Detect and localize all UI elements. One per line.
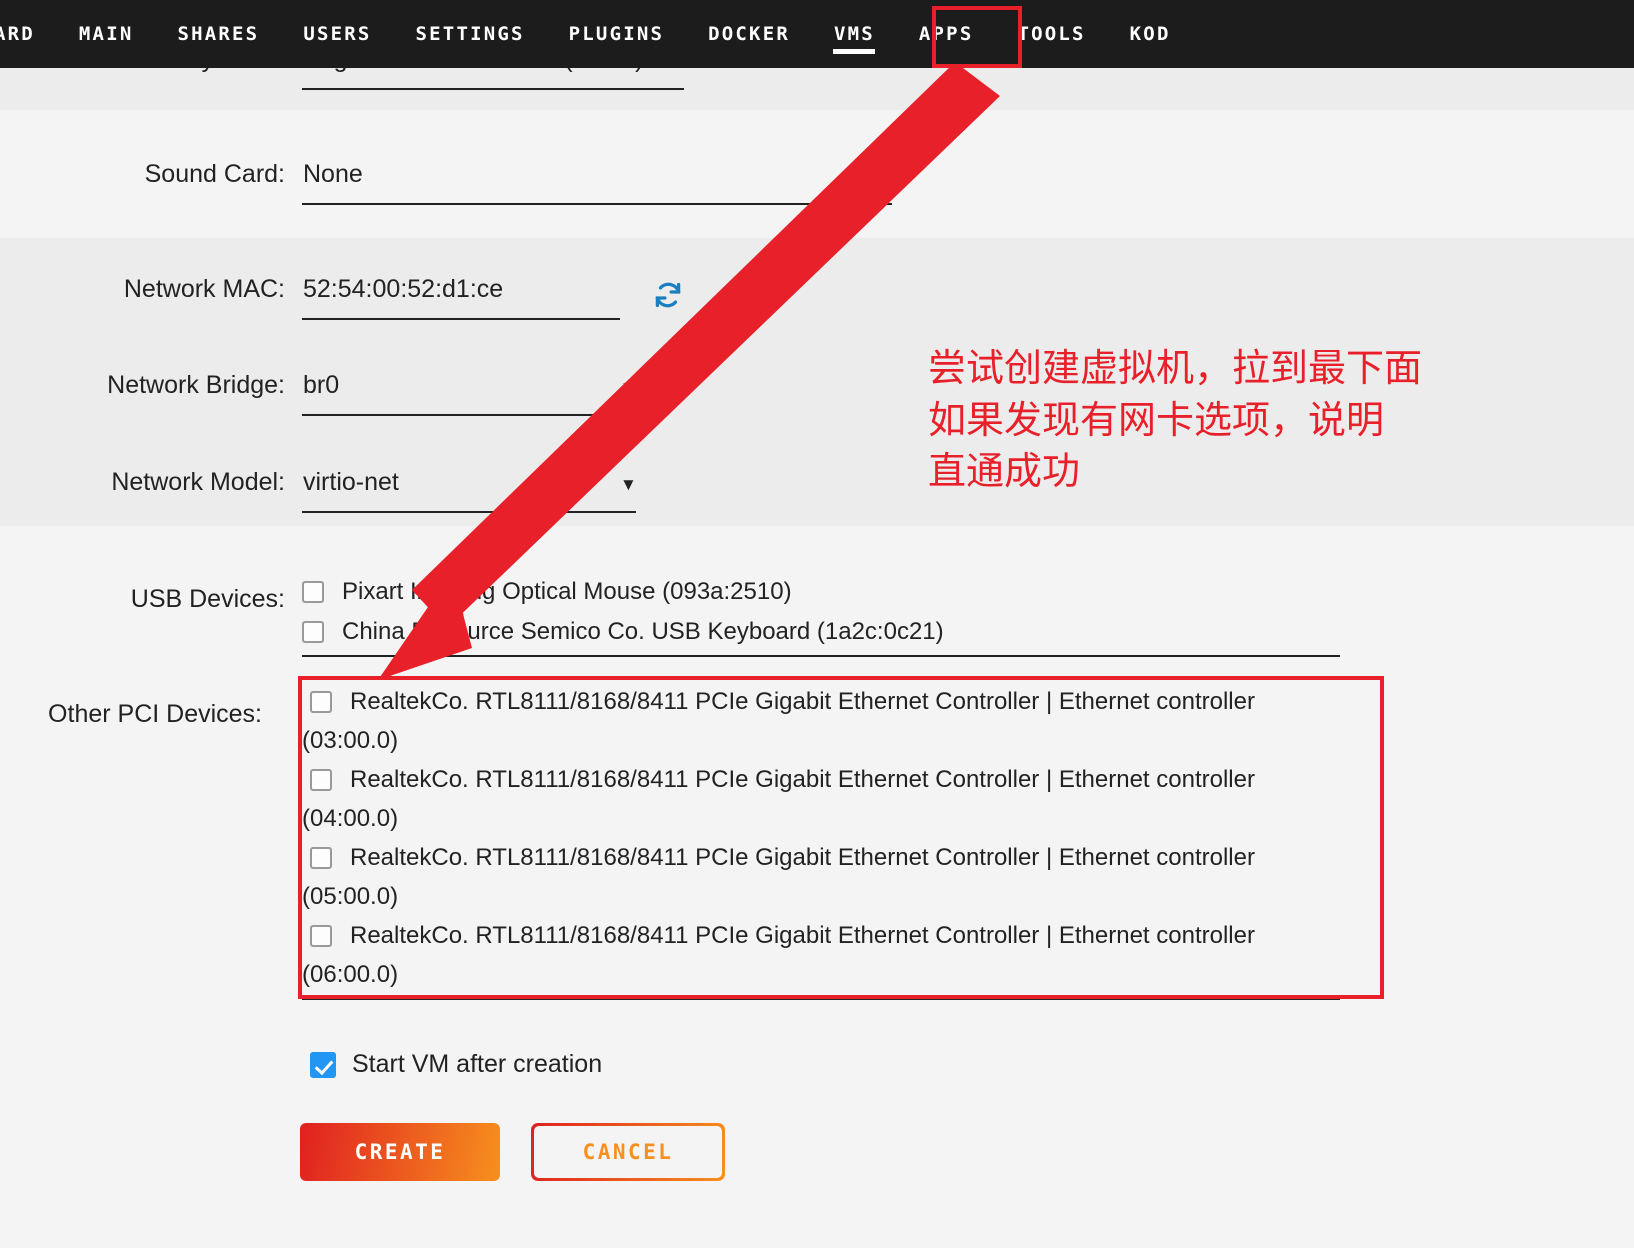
nav-item-shares[interactable]: SHARES xyxy=(155,0,281,68)
start-vm-after-creation-row[interactable]: Start VM after creation xyxy=(310,1050,602,1079)
pci-device-label: RealtekCo. RTL8111/8168/8411 PCIe Gigabi… xyxy=(350,766,1255,793)
annotation-line-2: 如果发现有网卡选项，说明 xyxy=(928,399,1385,442)
active-tab-underline xyxy=(833,49,876,54)
form-section-stripe-1 xyxy=(0,68,1634,110)
usb-device-item[interactable]: Pixart Imaging Optical Mouse (093a:2510) xyxy=(302,572,944,612)
pci-device-checkbox[interactable] xyxy=(310,925,332,947)
chevron-down-icon[interactable]: ▼ xyxy=(878,168,895,185)
pci-device-item[interactable]: RealtekCo. RTL8111/8168/8411 PCIe Gigabi… xyxy=(302,760,1384,838)
nav-item-vms[interactable]: VMS xyxy=(812,0,897,68)
annotation-text: 尝试创建虚拟机，拉到最下面 如果发现有网卡选项，说明 直通成功 xyxy=(928,344,1422,499)
field-sound-card: Sound Card: None xyxy=(0,160,363,189)
pci-device-checkbox[interactable] xyxy=(310,847,332,869)
usb-devices-list: Pixart Imaging Optical Mouse (093a:2510)… xyxy=(302,572,944,652)
pci-devices-underline xyxy=(302,998,1340,1000)
vnc-keyboard-underline xyxy=(302,88,684,90)
chevron-down-icon[interactable]: ▼ xyxy=(620,379,637,396)
pci-device-label: RealtekCo. RTL8111/8168/8411 PCIe Gigabi… xyxy=(350,922,1255,949)
nav-item-users[interactable]: USERS xyxy=(281,0,393,68)
nav-label: DOCKER xyxy=(708,23,790,45)
nav-item-tools[interactable]: TOOLS xyxy=(995,0,1107,68)
pci-device-slot: (05:00.0) xyxy=(302,883,399,910)
pci-device-slot: (04:00.0) xyxy=(302,805,399,832)
pci-device-label: RealtekCo. RTL8111/8168/8411 PCIe Gigabi… xyxy=(350,688,1255,715)
network-model-value[interactable]: virtio-net xyxy=(303,468,399,497)
nav-label: PLUGINS xyxy=(568,23,665,45)
pci-device-checkbox[interactable] xyxy=(310,769,332,791)
network-bridge-underline xyxy=(302,414,636,416)
cancel-button-label: CANCEL xyxy=(534,1126,722,1178)
nav-item-plugins[interactable]: PLUGINS xyxy=(547,0,686,68)
create-button[interactable]: CREATE xyxy=(300,1123,500,1181)
usb-device-label: China Resource Semico Co. USB Keyboard (… xyxy=(342,618,944,645)
usb-device-checkbox[interactable] xyxy=(302,581,324,603)
refresh-icon[interactable] xyxy=(653,280,683,310)
field-network-model: Network Model: virtio-net xyxy=(0,468,399,497)
nav-item-docker[interactable]: DOCKER xyxy=(686,0,812,68)
nav-label: KOD xyxy=(1129,23,1171,45)
pci-device-checkbox[interactable] xyxy=(310,691,332,713)
sound-card-underline xyxy=(302,203,892,205)
unraid-vm-create-page: ARD MAIN SHARES USERS SETTINGS PLUGINS D… xyxy=(0,0,1634,1248)
nav-item-apps[interactable]: APPS xyxy=(897,0,996,68)
nav-label: APPS xyxy=(918,23,974,45)
pci-device-item[interactable]: RealtekCo. RTL8111/8168/8411 PCIe Gigabi… xyxy=(302,682,1384,760)
usb-device-checkbox[interactable] xyxy=(302,621,324,643)
network-mac-label: Network MAC: xyxy=(123,275,285,303)
network-bridge-value[interactable]: br0 xyxy=(303,371,339,400)
nav-item-main[interactable]: MAIN xyxy=(57,0,156,68)
main-navigation-bar: ARD MAIN SHARES USERS SETTINGS PLUGINS D… xyxy=(0,0,1634,68)
network-model-underline xyxy=(302,511,636,513)
usb-devices-label: USB Devices: xyxy=(130,585,285,613)
pci-device-label: RealtekCo. RTL8111/8168/8411 PCIe Gigabi… xyxy=(350,844,1255,871)
field-network-bridge: Network Bridge: br0 xyxy=(0,371,339,400)
network-mac-underline xyxy=(302,318,620,320)
pci-device-slot: (06:00.0) xyxy=(302,961,399,988)
network-model-label: Network Model: xyxy=(111,468,285,496)
usb-device-label: Pixart Imaging Optical Mouse (093a:2510) xyxy=(342,578,792,605)
nav-label: USERS xyxy=(303,23,372,45)
start-vm-label: Start VM after creation xyxy=(352,1050,603,1078)
pci-device-item[interactable]: RealtekCo. RTL8111/8168/8411 PCIe Gigabi… xyxy=(302,916,1384,994)
chevron-down-icon[interactable]: ▼ xyxy=(620,476,637,493)
pci-device-item[interactable]: RealtekCo. RTL8111/8168/8411 PCIe Gigabi… xyxy=(302,838,1384,916)
annotation-line-3: 直通成功 xyxy=(928,451,1081,494)
nav-item-kod[interactable]: KOD xyxy=(1108,0,1193,68)
pci-device-slot: (03:00.0) xyxy=(302,727,399,754)
form-action-buttons: CREATE CANCEL xyxy=(300,1123,725,1181)
usb-device-item[interactable]: China Resource Semico Co. USB Keyboard (… xyxy=(302,612,944,652)
nav-label: SHARES xyxy=(177,23,260,45)
cancel-button[interactable]: CANCEL xyxy=(531,1123,725,1181)
field-network-mac: Network MAC: 52:54:00:52:d1:ce xyxy=(0,275,503,304)
sound-card-value[interactable]: None xyxy=(303,160,363,189)
start-vm-checkbox[interactable] xyxy=(310,1051,336,1078)
other-pci-devices-list: RealtekCo. RTL8111/8168/8411 PCIe Gigabi… xyxy=(302,682,1384,994)
nav-label: SETTINGS xyxy=(415,23,525,45)
nav-label: ARD xyxy=(0,23,35,45)
network-mac-value[interactable]: 52:54:00:52:d1:ce xyxy=(303,275,503,304)
nav-label: VMS xyxy=(833,23,875,45)
nav-label: MAIN xyxy=(78,23,134,45)
other-pci-devices-label: Other PCI Devices: xyxy=(48,700,262,728)
nav-item-ard[interactable]: ARD xyxy=(0,0,57,68)
sound-card-label: Sound Card: xyxy=(144,160,285,188)
nav-item-settings[interactable]: SETTINGS xyxy=(394,0,547,68)
annotation-line-1: 尝试创建虚拟机，拉到最下面 xyxy=(928,348,1423,390)
network-bridge-label: Network Bridge: xyxy=(107,371,285,399)
nav-label: TOOLS xyxy=(1017,23,1086,45)
usb-devices-underline xyxy=(302,655,1340,657)
